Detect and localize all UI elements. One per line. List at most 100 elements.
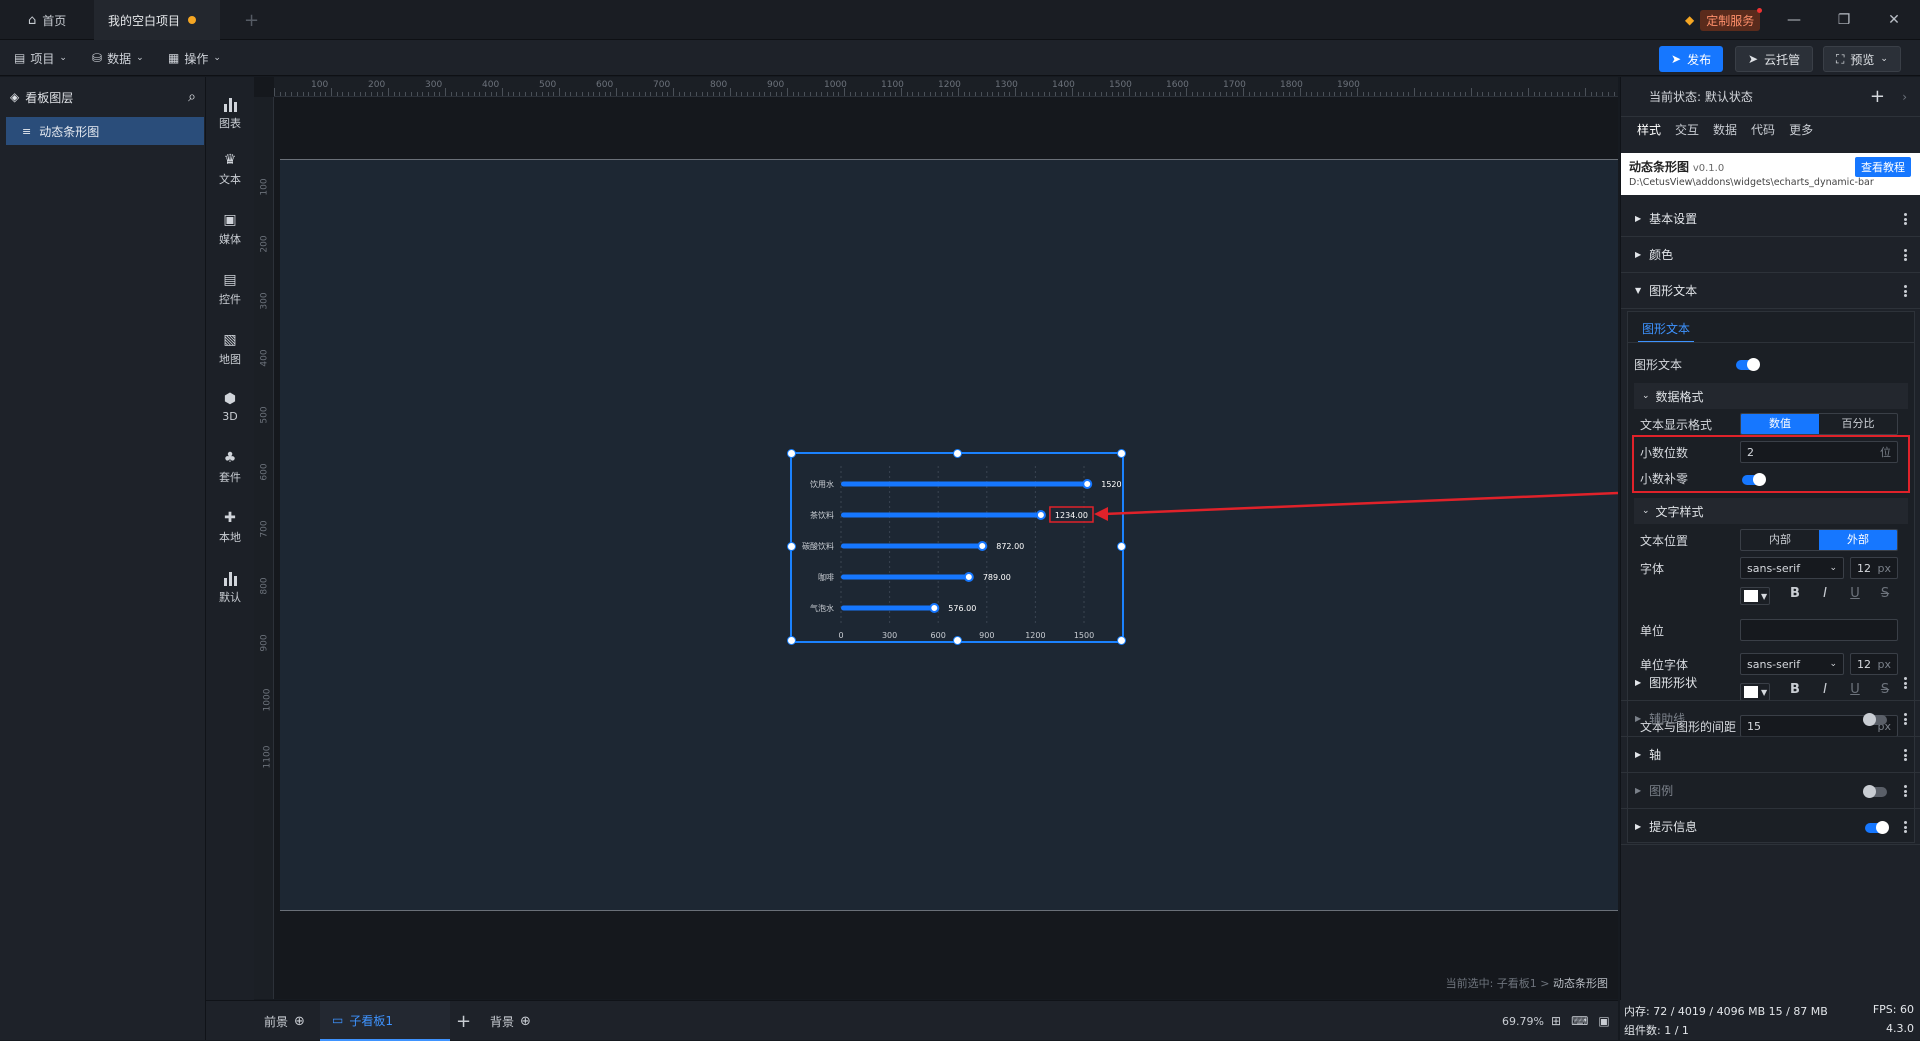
more-vert-icon[interactable] xyxy=(1904,785,1907,797)
custom-service-button[interactable]: 定制服务 xyxy=(1700,7,1763,31)
tab-interact[interactable]: 交互 xyxy=(1675,121,1699,138)
tab-home-label: 首页 xyxy=(42,13,67,28)
section-tooltip[interactable]: ▶ 提示信息 xyxy=(1621,809,1920,845)
text-style-header[interactable]: ⌄ 文字样式 xyxy=(1634,498,1908,524)
section-color[interactable]: ▶ 颜色 xyxy=(1621,237,1920,273)
font-size-input[interactable]: 12 px xyxy=(1850,557,1898,579)
display-format-number[interactable]: 数值 xyxy=(1741,414,1819,434)
grid-icon: ▦ xyxy=(168,51,180,65)
more-vert-icon[interactable] xyxy=(1904,249,1907,261)
tab-code[interactable]: 代码 xyxy=(1751,121,1775,138)
section-graphic-shape[interactable]: ▶ 图形形状 xyxy=(1621,665,1920,701)
bold-icon[interactable]: B xyxy=(1784,586,1806,601)
rail-item-text[interactable]: ♛ 文本 xyxy=(206,141,254,197)
add-circle-icon[interactable]: ⊕ xyxy=(294,1014,305,1029)
section-axis[interactable]: ▶ 轴 xyxy=(1621,737,1920,773)
add-state-plus-icon[interactable]: + xyxy=(1870,86,1885,107)
rail-item-local[interactable]: ✚ 本地 xyxy=(206,499,254,555)
text-position-inside[interactable]: 内部 xyxy=(1741,530,1819,550)
rail-item-kit[interactable]: ♣ 套件 xyxy=(206,439,254,495)
fit-screen-icon[interactable]: ⊞ xyxy=(1551,1014,1561,1028)
selection-current: 动态条形图 xyxy=(1553,977,1608,990)
cloud-host-button[interactable]: ➤ 云托管 xyxy=(1735,46,1814,72)
menu-project[interactable]: ▤ 项目 ⌄ xyxy=(14,46,67,70)
font-color-swatch[interactable]: ▼ xyxy=(1740,587,1770,605)
layer-item[interactable]: ≡ 动态条形图 xyxy=(6,117,204,145)
section-legend[interactable]: ▶ 图例 xyxy=(1621,773,1920,809)
section-graphic-text[interactable]: ▼ 图形文本 xyxy=(1621,273,1920,309)
strikethrough-icon[interactable]: S xyxy=(1874,586,1896,601)
data-format-header[interactable]: ⌄ 数据格式 xyxy=(1634,383,1908,409)
tab-style[interactable]: 样式 xyxy=(1637,121,1661,138)
custom-service[interactable]: ◆ 定制服务 xyxy=(1685,7,1763,31)
rail-item-3d[interactable]: ⬢ 3D xyxy=(206,379,254,435)
selection-path: 当前选中: 子看板1 > xyxy=(1445,977,1553,990)
terminal-icon[interactable]: ▣ xyxy=(1598,1014,1609,1028)
minimize-icon[interactable]: — xyxy=(1782,8,1806,32)
font-select[interactable]: sans-serif ⌄ xyxy=(1740,557,1844,579)
restore-icon[interactable]: ❐ xyxy=(1832,8,1856,32)
font-format-buttons: B I U S xyxy=(1784,586,1896,601)
section-axis-label: 轴 xyxy=(1649,748,1662,762)
keyboard-icon[interactable]: ⌨ xyxy=(1571,1014,1588,1028)
more-vert-icon[interactable] xyxy=(1904,749,1907,761)
more-vert-icon[interactable] xyxy=(1904,213,1907,225)
new-tab-plus-icon[interactable]: + xyxy=(244,10,259,31)
view-tutorial-button[interactable]: 查看教程 xyxy=(1855,157,1911,177)
tab-background[interactable]: 背景 ⊕ xyxy=(490,1001,531,1041)
preview-button[interactable]: ⛶ 预览 ⌄ xyxy=(1823,46,1901,72)
rail-item-map[interactable]: ▧ 地图 xyxy=(206,321,254,377)
more-vert-icon[interactable] xyxy=(1904,713,1907,725)
add-board-plus-icon[interactable]: + xyxy=(456,1001,471,1041)
more-vert-icon[interactable] xyxy=(1904,677,1907,689)
search-icon[interactable]: ⌕ xyxy=(188,89,196,105)
rail-item-chart[interactable]: 图表 xyxy=(206,85,254,141)
graphic-text-subtab[interactable]: 图形文本 xyxy=(1638,318,1695,343)
tab-data[interactable]: 数据 xyxy=(1713,121,1737,138)
section-basic[interactable]: ▶ 基本设置 xyxy=(1621,201,1920,237)
decimals-unit: 位 xyxy=(1880,446,1891,459)
rail-label: 默认 xyxy=(219,590,241,604)
component-rail: 图表 ♛ 文本 ▣ 媒体 ▤ 控件 ▧ 地图 ⬢ 3D ♣ 套件 ✚ 本地 默认 xyxy=(206,77,254,1040)
rail-item-control[interactable]: ▤ 控件 xyxy=(206,261,254,317)
section-tooltip-label: 提示信息 xyxy=(1649,820,1698,834)
tab-more[interactable]: 更多 xyxy=(1789,121,1813,138)
legend-toggle[interactable] xyxy=(1863,785,1887,798)
guide-line-toggle[interactable] xyxy=(1863,713,1887,726)
component-count: 组件数: 1 / 1 xyxy=(1624,1024,1689,1037)
chevron-down-icon: ⌄ xyxy=(1880,54,1888,64)
display-format-percent[interactable]: 百分比 xyxy=(1819,414,1897,434)
chevron-right-icon[interactable]: › xyxy=(1902,90,1907,104)
more-vert-icon[interactable] xyxy=(1904,821,1907,833)
tab-sub-board[interactable]: ▭ 子看板1 xyxy=(320,1001,450,1041)
menu-data[interactable]: ⛁ 数据 ⌄ xyxy=(92,46,144,70)
close-icon[interactable]: ✕ xyxy=(1882,8,1906,32)
tab-project[interactable]: 我的空白项目 xyxy=(94,0,220,40)
layers-panel: ◈ 看板图层 ⌕ ≡ 动态条形图 xyxy=(0,77,206,1040)
cloud-host-label: 云托管 xyxy=(1764,52,1801,67)
tooltip-toggle[interactable] xyxy=(1865,821,1889,834)
caret-right-icon: ▶ xyxy=(1635,250,1642,259)
decimals-input[interactable]: 2 位 xyxy=(1740,441,1898,463)
tab-home[interactable]: ⌂ 首页 xyxy=(14,0,94,40)
text-position-outside[interactable]: 外部 xyxy=(1819,530,1897,550)
text-position-segment[interactable]: 内部 外部 xyxy=(1740,529,1898,551)
font-label: 字体 xyxy=(1640,562,1665,576)
rail-item-media[interactable]: ▣ 媒体 xyxy=(206,201,254,257)
graphic-text-toggle[interactable] xyxy=(1736,358,1760,371)
unit-input[interactable] xyxy=(1740,619,1898,641)
rail-item-default[interactable]: 默认 xyxy=(206,559,254,615)
display-format-segment[interactable]: 数值 百分比 xyxy=(1740,413,1898,435)
more-vert-icon[interactable] xyxy=(1904,285,1907,297)
add-circle-icon[interactable]: ⊕ xyxy=(520,1014,531,1029)
underline-icon[interactable]: U xyxy=(1844,586,1866,601)
tab-foreground[interactable]: 前景 ⊕ xyxy=(264,1001,305,1041)
section-guide-line[interactable]: ▶ 辅助线 xyxy=(1621,701,1920,737)
canvas-area[interactable]: 100 200 300 400 500 600 700 800 900 1000 1100 1200 1… xyxy=(254,77,1618,999)
italic-icon[interactable]: I xyxy=(1814,586,1836,601)
pad-zero-toggle[interactable] xyxy=(1742,473,1766,486)
graphic-text-toggle-label: 图形文本 xyxy=(1634,358,1683,372)
menu-operate[interactable]: ▦ 操作 ⌄ xyxy=(168,46,221,70)
rail-label: 文本 xyxy=(219,172,241,186)
publish-button[interactable]: ➤ 发布 xyxy=(1659,46,1724,72)
